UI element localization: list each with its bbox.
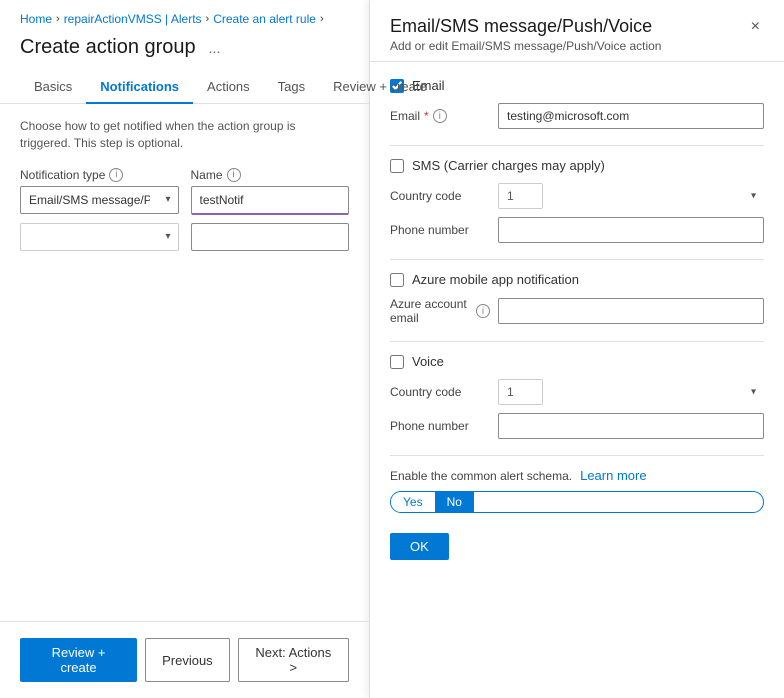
sms-phone-row: Phone number: [390, 217, 764, 243]
flyout-header: Email/SMS message/Push/Voice Add or edit…: [370, 0, 784, 62]
azure-account-email-label: Azure account email i: [390, 297, 490, 325]
azure-account-email-row: Azure account email i: [390, 297, 764, 325]
page-title-row: Create action group ...: [0, 30, 369, 71]
azure-mobile-checkbox-row: Azure mobile app notification: [390, 272, 764, 287]
tab-tags[interactable]: Tags: [264, 71, 319, 104]
flyout-title: Email/SMS message/Push/Voice: [390, 16, 661, 37]
breadcrumb-chevron-2: ›: [206, 13, 210, 25]
ok-button[interactable]: OK: [390, 533, 449, 560]
email-info-icon[interactable]: i: [433, 109, 447, 123]
azure-mobile-section: Azure mobile app notification Azure acco…: [390, 272, 764, 325]
notification-form-row-1: Notification type i Email/SMS message/Pu…: [20, 168, 349, 215]
voice-checkbox[interactable]: [390, 355, 404, 369]
azure-mobile-checkbox-label[interactable]: Azure mobile app notification: [412, 272, 579, 287]
toggle-yes-button[interactable]: Yes: [391, 492, 435, 512]
divider-4: [390, 455, 764, 456]
notification-type-select-wrapper-2: ▾: [20, 223, 179, 251]
sms-country-select[interactable]: 1: [498, 183, 543, 209]
learn-more-link[interactable]: Learn more: [580, 468, 646, 483]
azure-account-email-input[interactable]: [498, 298, 764, 324]
email-field-row: Email * i: [390, 103, 764, 129]
flyout-header-text: Email/SMS message/Push/Voice Add or edit…: [390, 16, 661, 53]
notification-type-select[interactable]: Email/SMS message/Push/Voice: [20, 186, 179, 214]
voice-country-select[interactable]: 1: [498, 379, 543, 405]
flyout-subtitle: Add or edit Email/SMS message/Push/Voice…: [390, 39, 661, 53]
sms-checkbox[interactable]: [390, 159, 404, 173]
voice-country-row: Country code 1 ▾: [390, 379, 764, 405]
notification-name-info-icon[interactable]: i: [227, 168, 241, 182]
ellipsis-button[interactable]: ...: [204, 37, 226, 59]
voice-phone-input[interactable]: [498, 413, 764, 439]
sms-checkbox-row: SMS (Carrier charges may apply): [390, 158, 764, 173]
breadcrumb-create-alert[interactable]: Create an alert rule: [213, 12, 316, 26]
notification-name-input-2[interactable]: [191, 223, 350, 251]
divider-2: [390, 259, 764, 260]
breadcrumb: Home › repairActionVMSS | Alerts › Creat…: [0, 0, 369, 30]
tabs-container: Basics Notifications Actions Tags Review…: [0, 71, 369, 104]
divider-1: [390, 145, 764, 146]
notification-type-col: Notification type i Email/SMS message/Pu…: [20, 168, 179, 215]
sms-checkbox-label[interactable]: SMS (Carrier charges may apply): [412, 158, 605, 173]
bottom-bar: Review + create Previous Next: Actions >: [0, 621, 369, 698]
tab-basics[interactable]: Basics: [20, 71, 86, 104]
sms-phone-input[interactable]: [498, 217, 764, 243]
next-actions-button[interactable]: Next: Actions >: [238, 638, 349, 682]
voice-country-label: Country code: [390, 385, 490, 399]
notification-name-input[interactable]: [191, 186, 350, 215]
tab-notifications[interactable]: Notifications: [86, 71, 193, 104]
email-checkbox-row: Email: [390, 78, 764, 93]
voice-checkbox-row: Voice: [390, 354, 764, 369]
notification-name-col: Name i: [191, 168, 350, 215]
breadcrumb-home[interactable]: Home: [20, 12, 52, 26]
notification-type-select-wrapper: Email/SMS message/Push/Voice ▾: [20, 186, 179, 214]
previous-button[interactable]: Previous: [145, 638, 230, 682]
voice-country-chevron-icon: ▾: [751, 387, 756, 398]
toggle-no-button[interactable]: No: [435, 492, 474, 512]
voice-country-select-wrap: 1 ▾: [498, 379, 764, 405]
breadcrumb-chevron-1: ›: [56, 13, 60, 25]
notification-name-col-2: [191, 223, 350, 251]
left-panel: Home › repairActionVMSS | Alerts › Creat…: [0, 0, 370, 698]
notification-type-info-icon[interactable]: i: [109, 168, 123, 182]
email-input[interactable]: [498, 103, 764, 129]
alert-schema-row: Enable the common alert schema. Learn mo…: [390, 468, 764, 483]
tab-actions[interactable]: Actions: [193, 71, 264, 104]
notification-type-col-2: ▾: [20, 223, 179, 251]
tab-content: Choose how to get notified when the acti…: [0, 104, 369, 621]
sms-country-label: Country code: [390, 189, 490, 203]
breadcrumb-alerts[interactable]: repairActionVMSS | Alerts: [64, 12, 202, 26]
notification-type-label: Notification type i: [20, 168, 179, 182]
divider-3: [390, 341, 764, 342]
sms-section: SMS (Carrier charges may apply) Country …: [390, 158, 764, 243]
email-section: Email Email * i: [390, 78, 764, 129]
sms-phone-label: Phone number: [390, 223, 490, 237]
voice-checkbox-label[interactable]: Voice: [412, 354, 444, 369]
sms-country-chevron-icon: ▾: [751, 191, 756, 202]
flyout-body: Email Email * i SMS (Carrier charges may…: [370, 62, 784, 698]
notification-form-row-2: ▾: [20, 223, 349, 251]
page-title: Create action group: [20, 36, 196, 59]
sms-country-select-wrap: 1 ▾: [498, 183, 764, 209]
alert-schema-label: Enable the common alert schema.: [390, 469, 572, 483]
notification-type-select-2[interactable]: [20, 223, 179, 251]
email-required-star: *: [424, 109, 429, 123]
review-create-button[interactable]: Review + create: [20, 638, 137, 682]
tab-description: Choose how to get notified when the acti…: [20, 118, 349, 152]
voice-section: Voice Country code 1 ▾ Phone number: [390, 354, 764, 439]
breadcrumb-chevron-3: ›: [320, 13, 324, 25]
flyout-panel: Email/SMS message/Push/Voice Add or edit…: [370, 0, 784, 698]
voice-phone-label: Phone number: [390, 419, 490, 433]
notification-name-label: Name i: [191, 168, 350, 182]
alert-schema-toggle: Yes No: [390, 491, 764, 513]
voice-phone-row: Phone number: [390, 413, 764, 439]
azure-mobile-checkbox[interactable]: [390, 273, 404, 287]
flyout-close-button[interactable]: ×: [747, 16, 764, 38]
email-field-label: Email * i: [390, 109, 490, 123]
sms-country-row: Country code 1 ▾: [390, 183, 764, 209]
tab-review-create[interactable]: Review + create: [319, 71, 441, 104]
azure-account-email-info-icon[interactable]: i: [476, 304, 490, 318]
